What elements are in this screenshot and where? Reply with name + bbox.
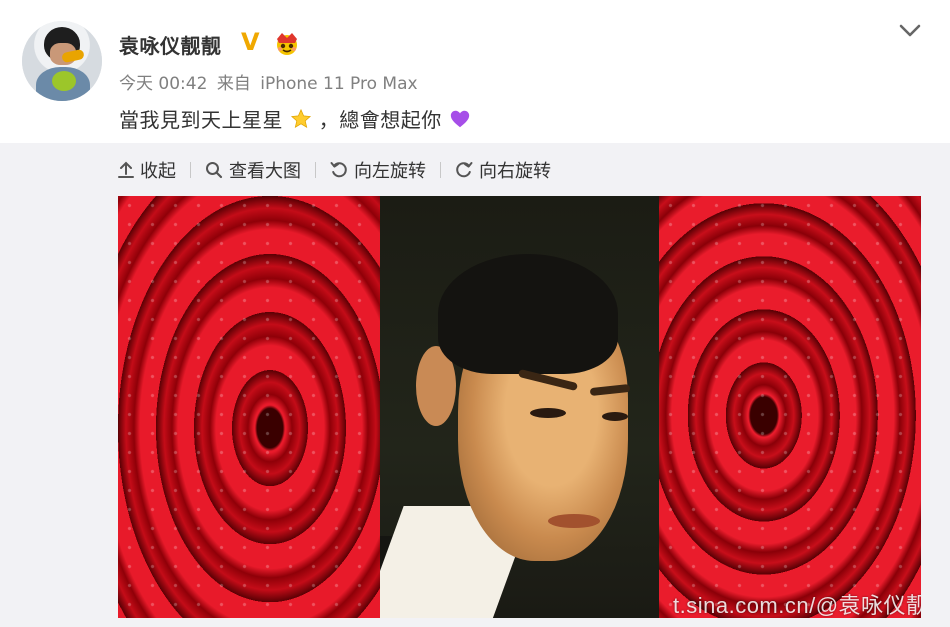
media-toolbar: 收起 查看大图 向左旋转 向右旋转	[118, 157, 551, 183]
rotate-left-button[interactable]: 向左旋转	[330, 157, 426, 183]
toolbar-divider	[315, 162, 316, 178]
post-text-part2: ，總會想起你	[318, 108, 442, 132]
weibo-post: 袁咏仪靓靓 V 今天 00:42 来自 iPhone 11 Pro Max 當我…	[0, 0, 950, 627]
chevron-down-icon[interactable]	[898, 20, 922, 40]
author-avatar[interactable]	[22, 21, 102, 101]
search-icon	[206, 162, 223, 179]
post-text: 當我見到天上星星 ，總會想起你	[119, 104, 471, 133]
media-expanded-panel: 收起 查看大图 向左旋转 向右旋转 t.sina.com.cn/@袁咏仪靓	[0, 143, 950, 627]
collapse-button[interactable]: 收起	[118, 157, 176, 183]
star-emoji-icon	[290, 108, 311, 129]
post-image[interactable]: t.sina.com.cn/@袁咏仪靓靓	[118, 196, 921, 618]
post-meta: 今天 00:42 来自 iPhone 11 Pro Max	[119, 69, 422, 94]
collapse-arrow-icon	[118, 161, 134, 178]
image-watermark: t.sina.com.cn/@袁咏仪靓靓	[673, 593, 921, 618]
toolbar-divider	[190, 162, 191, 178]
source-prefix: 来自	[216, 74, 251, 94]
toolbar-divider	[440, 162, 441, 178]
post-source[interactable]: iPhone 11 Pro Max	[260, 74, 417, 94]
post-text-part1: 當我見到天上星星	[119, 108, 283, 132]
post-time[interactable]: 今天 00:42	[119, 74, 207, 94]
crown-member-icon[interactable]	[273, 30, 301, 56]
rotate-right-icon	[456, 162, 473, 178]
rotate-left-icon	[330, 162, 347, 178]
author-name[interactable]: 袁咏仪靓靓	[119, 30, 222, 59]
collapse-label: 收起	[140, 161, 176, 182]
view-large-button[interactable]: 查看大图	[205, 157, 301, 183]
view-large-label: 查看大图	[229, 161, 301, 182]
portrait-panel	[380, 196, 659, 618]
rotate-right-label: 向右旋转	[479, 161, 551, 182]
verified-badge-icon: V	[241, 28, 260, 56]
rose-right-panel	[659, 196, 921, 618]
purple-heart-emoji-icon	[450, 110, 469, 128]
rotate-left-label: 向左旋转	[354, 161, 426, 182]
rotate-right-button[interactable]: 向右旋转	[455, 157, 551, 183]
rose-left-panel	[118, 196, 380, 618]
